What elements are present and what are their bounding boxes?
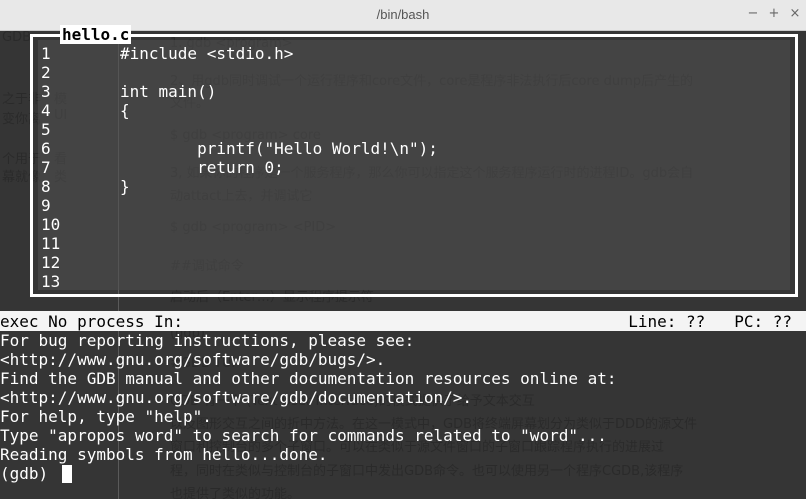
output-line: For bug reporting instructions, please s… <box>0 331 415 350</box>
terminal-window[interactable]: GDB 之于非 变你离 个用于 幕就像 看 模 UI 类 1. gdb <pro… <box>0 0 806 499</box>
gdb-prompt: (gdb) <box>0 464 58 483</box>
bg-fragment: GDB <box>2 30 32 45</box>
output-line: Type "apropos word" to search for comman… <box>0 426 607 445</box>
output-line: <http://www.gnu.org/software/gdb/bugs/>. <box>0 350 386 369</box>
source-window-title: hello.c <box>60 25 132 44</box>
output-line: Find the GDB manual and other documentat… <box>0 369 617 388</box>
output-line: <http://www.gnu.org/software/gdb/documen… <box>0 388 473 407</box>
status-line-pc: Line: ?? PC: ?? <box>628 312 792 331</box>
status-process: exec No process In: <box>0 312 184 331</box>
text-cursor <box>61 465 72 483</box>
minimize-button[interactable]: − <box>744 5 762 23</box>
close-button[interactable]: × <box>786 5 804 23</box>
source-window-border <box>30 34 798 297</box>
window-title: /bin/bash <box>376 7 430 22</box>
gdb-prompt-line[interactable]: (gdb) <box>0 464 72 483</box>
tui-status-bar: exec No process In: Line: ?? PC: ?? <box>0 311 806 331</box>
command-window[interactable]: For bug reporting instructions, please s… <box>0 331 806 499</box>
output-line: Reading symbols from hello...done. <box>0 445 328 464</box>
maximize-button[interactable]: + <box>765 5 783 23</box>
output-line: For help, type "help". <box>0 407 212 426</box>
